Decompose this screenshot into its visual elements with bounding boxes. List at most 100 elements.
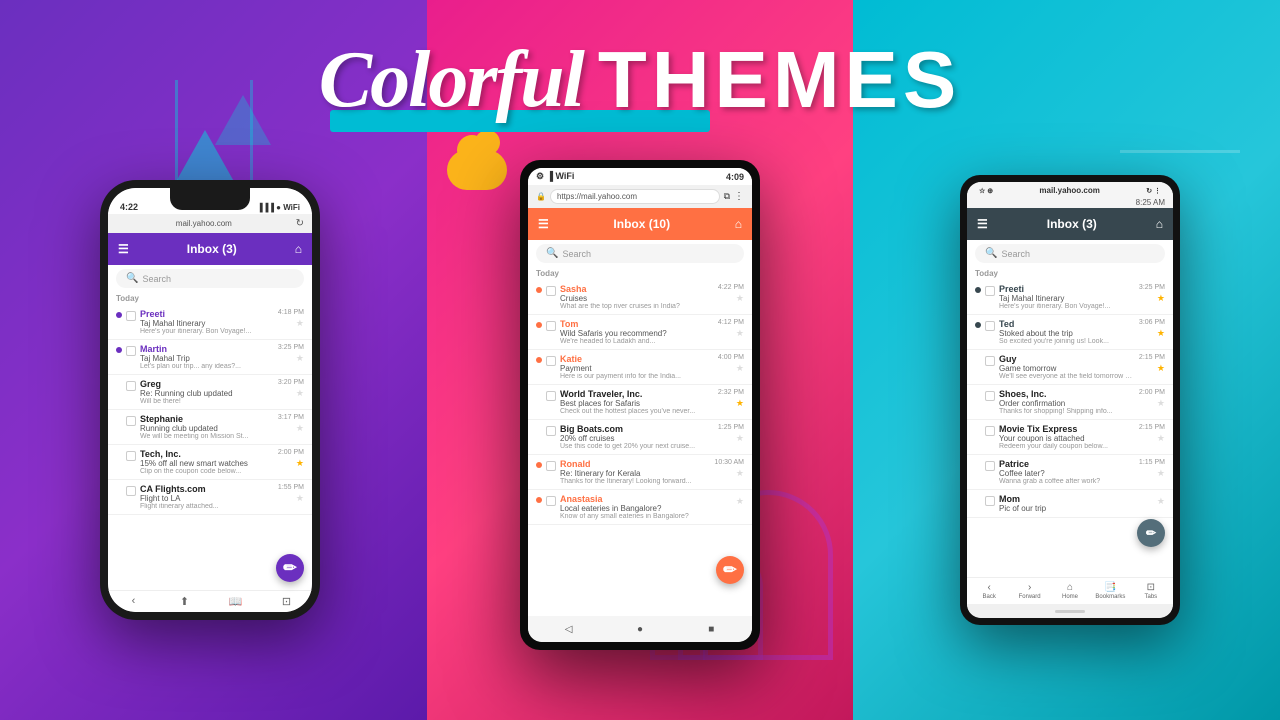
meta-1: 4:18 PM ★ — [278, 309, 304, 329]
bookmarks-icon: 📖 — [229, 595, 243, 608]
m-dot-6 — [536, 462, 542, 468]
checkbox-2[interactable] — [126, 346, 136, 356]
r-nav-home[interactable]: ⌂ Home — [1050, 582, 1090, 600]
right-email-1[interactable]: Preeti Taj Mahal Itinerary Here's your i… — [967, 280, 1173, 315]
left-email-1[interactable]: Preeti Taj Mahal Itinerary Here's your i… — [108, 305, 312, 340]
left-search-bar[interactable]: 🔍 Search — [116, 269, 304, 288]
subject-1: Taj Mahal Itinerary — [140, 319, 274, 328]
m-cb-4[interactable] — [546, 391, 556, 401]
more-icon[interactable]: ⋮ — [734, 191, 744, 202]
subject-5: 15% off all new smart watches — [140, 459, 274, 468]
r-content-1: Preeti Taj Mahal Itinerary Here's your i… — [999, 284, 1135, 310]
left-nav-share[interactable]: ⬆ — [159, 595, 210, 608]
checkbox-1[interactable] — [126, 311, 136, 321]
middle-search-bar[interactable]: 🔍 Search — [536, 244, 744, 263]
right-status-icons: ☆ ⊕ — [979, 187, 993, 195]
m-content-4: World Traveler, Inc. Best places for Saf… — [560, 389, 714, 415]
left-menu-icon[interactable]: ☰ — [118, 242, 129, 256]
right-url: mail.yahoo.com — [993, 186, 1146, 195]
left-search-placeholder: Search — [142, 274, 171, 284]
m-cb-7[interactable] — [546, 496, 556, 506]
r-cb-1[interactable] — [985, 286, 995, 296]
left-url: mail.yahoo.com — [116, 219, 292, 228]
r-preview-6: Wanna grab a coffee after work? — [999, 478, 1135, 485]
r-nav-bookmarks[interactable]: 📑 Bookmarks — [1090, 582, 1130, 600]
android-home[interactable]: ● — [632, 621, 648, 637]
android-recents[interactable]: ■ — [703, 621, 719, 637]
middle-home-icon[interactable]: ⌂ — [735, 217, 742, 231]
m-cb-6[interactable] — [546, 461, 556, 471]
r-cb-2[interactable] — [985, 321, 995, 331]
r-nav-back[interactable]: ‹ Back — [969, 582, 1009, 600]
r-cb-6[interactable] — [985, 461, 995, 471]
left-bottom-nav: ‹ ⬆ 📖 ⊡ — [108, 590, 312, 612]
right-email-7[interactable]: Mom Pic of our trip ★ — [967, 490, 1173, 518]
left-nav-bookmarks[interactable]: 📖 — [210, 595, 261, 608]
left-email-4[interactable]: Stephanie Running club updated We will b… — [108, 410, 312, 445]
left-fab[interactable]: ✏ — [276, 554, 304, 582]
sender-4: Stephanie — [140, 414, 274, 424]
checkbox-4[interactable] — [126, 416, 136, 426]
r-meta-1: 3:25 PM ★ — [1139, 284, 1165, 304]
middle-email-2[interactable]: Tom Wild Safaris you recommend? We're he… — [528, 315, 752, 350]
right-email-3[interactable]: Guy Game tomorrow We'll see everyone at … — [967, 350, 1173, 385]
subject-2: Taj Mahal Trip — [140, 354, 274, 363]
checkbox-6[interactable] — [126, 486, 136, 496]
r-back-icon: ‹ — [988, 582, 991, 593]
checkbox-3[interactable] — [126, 381, 136, 391]
meta-2: 3:25 PM ★ — [278, 344, 304, 364]
r-bookmarks-icon: 📑 — [1104, 582, 1116, 593]
middle-url[interactable]: https://mail.yahoo.com — [550, 189, 720, 204]
m-meta-1: 4:22 PM ★ — [718, 284, 744, 304]
middle-email-6[interactable]: Ronald Re: Itinerary for Kerala Thanks f… — [528, 455, 752, 490]
m-sender-7: Anastasia — [560, 494, 732, 504]
middle-fab[interactable]: ✏ — [716, 556, 744, 584]
right-android-nav — [967, 604, 1173, 618]
r-cb-5[interactable] — [985, 426, 995, 436]
middle-menu-icon[interactable]: ☰ — [538, 217, 549, 231]
tab-icon[interactable]: ⧉ — [724, 191, 730, 202]
r-tabs-label: Tabs — [1144, 594, 1157, 600]
middle-email-5[interactable]: Big Boats.com 20% off cruises Use this c… — [528, 420, 752, 455]
right-time: 8:25 AM — [1136, 198, 1165, 207]
m-cb-5[interactable] — [546, 426, 556, 436]
unread-dot-2 — [116, 347, 122, 353]
right-email-4[interactable]: Shoes, Inc. Order confirmation Thanks fo… — [967, 385, 1173, 420]
middle-email-4[interactable]: World Traveler, Inc. Best places for Saf… — [528, 385, 752, 420]
r-subject-6: Coffee later? — [999, 469, 1135, 478]
middle-email-1[interactable]: Sasha Cruises What are the top river cru… — [528, 280, 752, 315]
m-cb-2[interactable] — [546, 321, 556, 331]
right-time-bar: 8:25 AM — [967, 197, 1173, 208]
middle-email-7[interactable]: Anastasia Local eateries in Bangalore? K… — [528, 490, 752, 525]
email-content-5: Tech, Inc. 15% off all new smart watches… — [140, 449, 274, 475]
checkbox-5[interactable] — [126, 451, 136, 461]
right-search-bar[interactable]: 🔍 Search — [975, 244, 1165, 263]
left-home-icon[interactable]: ⌂ — [295, 242, 302, 256]
left-refresh-icon[interactable]: ↻ — [296, 218, 304, 229]
left-email-list: Preeti Taj Mahal Itinerary Here's your i… — [108, 305, 312, 590]
r-cb-3[interactable] — [985, 356, 995, 366]
android-back[interactable]: ◁ — [561, 621, 577, 637]
left-nav-back[interactable]: ‹ — [108, 595, 159, 608]
r-nav-tabs[interactable]: ⊡ Tabs — [1131, 582, 1171, 600]
left-email-3[interactable]: Greg Re: Running club updated Will be th… — [108, 375, 312, 410]
r-subject-2: Stoked about the trip — [999, 329, 1135, 338]
left-nav-tabs[interactable]: ⊡ — [261, 595, 312, 608]
right-email-5[interactable]: Movie Tix Express Your coupon is attache… — [967, 420, 1173, 455]
r-nav-forward[interactable]: › Forward — [1009, 582, 1049, 600]
right-fab[interactable]: ✏ — [1137, 519, 1165, 547]
m-cb-1[interactable] — [546, 286, 556, 296]
right-menu-icon[interactable]: ☰ — [977, 217, 988, 231]
r-cb-7[interactable] — [985, 496, 995, 506]
right-email-6[interactable]: Patrice Coffee later? Wanna grab a coffe… — [967, 455, 1173, 490]
left-email-2[interactable]: Martin Taj Mahal Trip Let's plan our tri… — [108, 340, 312, 375]
m-cb-3[interactable] — [546, 356, 556, 366]
r-cb-4[interactable] — [985, 391, 995, 401]
right-home-icon[interactable]: ⌂ — [1156, 217, 1163, 231]
left-email-6[interactable]: CA Flights.com Flight to LA Flight itine… — [108, 480, 312, 515]
share-icon: ⬆ — [180, 595, 189, 608]
middle-email-3[interactable]: Katie Payment Here is our payment info f… — [528, 350, 752, 385]
email-content-2: Martin Taj Mahal Trip Let's plan our tri… — [140, 344, 274, 370]
right-email-2[interactable]: Ted Stoked about the trip So excited you… — [967, 315, 1173, 350]
left-email-5[interactable]: Tech, Inc. 15% off all new smart watches… — [108, 445, 312, 480]
